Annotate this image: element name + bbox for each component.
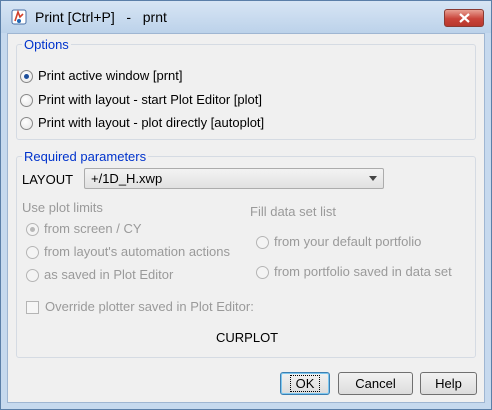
radio-button[interactable] — [256, 265, 269, 279]
required-parameters-legend: Required parameters — [22, 149, 149, 164]
radio-label: Print with layout - start Plot Editor [p… — [38, 92, 262, 107]
close-icon — [459, 13, 470, 23]
ok-button-label: OK — [289, 375, 321, 392]
help-button-label: Help — [435, 376, 462, 391]
dialog-body: Options Print active window [prnt] Print… — [7, 33, 485, 403]
plotter-value: CURPLOT — [216, 330, 279, 345]
title-bar[interactable]: Print [Ctrl+P] - prnt — [1, 1, 491, 33]
radio-button[interactable] — [26, 222, 39, 236]
radio-label: from portfolio saved in data set — [274, 264, 452, 279]
checkbox-label: Override plotter saved in Plot Editor: — [45, 299, 254, 314]
use-plot-limits-heading: Use plot limits — [22, 200, 103, 215]
radio-button[interactable] — [26, 245, 39, 259]
layout-label: LAYOUT — [22, 172, 74, 187]
fill-data-set-heading: Fill data set list — [250, 204, 336, 219]
radio-from-default-portfolio[interactable]: from your default portfolio — [256, 234, 421, 250]
radio-print-with-layout-plot[interactable]: Print with layout - start Plot Editor [p… — [20, 92, 262, 108]
radio-print-with-layout-autoplot[interactable]: Print with layout - plot directly [autop… — [20, 115, 264, 131]
chevron-down-icon[interactable] — [369, 176, 377, 181]
checkbox[interactable] — [26, 300, 39, 314]
radio-from-layout-automation[interactable]: from layout's automation actions — [26, 244, 230, 260]
help-button[interactable]: Help — [420, 372, 477, 395]
window-title: Print [Ctrl+P] - prnt — [35, 9, 167, 25]
layout-select-value: +/1D_H.xwp — [91, 171, 163, 186]
radio-label: from your default portfolio — [274, 234, 422, 249]
override-plotter-checkbox[interactable]: Override plotter saved in Plot Editor: — [26, 299, 254, 315]
cancel-button-label: Cancel — [355, 376, 396, 391]
radio-label: from layout's automation actions — [44, 244, 231, 259]
radio-print-active-window[interactable]: Print active window [prnt] — [20, 68, 183, 84]
radio-as-saved-in-plot-editor[interactable]: as saved in Plot Editor — [26, 267, 173, 283]
radio-button[interactable] — [26, 268, 39, 282]
options-legend: Options — [22, 37, 71, 52]
cancel-button[interactable]: Cancel — [338, 372, 413, 395]
ok-button[interactable]: OK — [280, 372, 330, 395]
radio-button[interactable] — [256, 235, 269, 249]
radio-button[interactable] — [20, 116, 33, 130]
print-dialog: Print [Ctrl+P] - prnt Options Print acti… — [0, 0, 492, 410]
radio-from-portfolio-in-data-set[interactable]: from portfolio saved in data set — [256, 264, 452, 280]
radio-label: Print active window [prnt] — [38, 68, 183, 83]
radio-label: Print with layout - plot directly [autop… — [38, 115, 265, 130]
app-icon — [11, 9, 27, 25]
radio-label: from screen / CY — [44, 221, 142, 236]
close-button[interactable] — [444, 9, 484, 27]
radio-from-screen-cy[interactable]: from screen / CY — [26, 221, 142, 237]
radio-label: as saved in Plot Editor — [44, 267, 174, 282]
radio-button[interactable] — [20, 93, 33, 107]
radio-button[interactable] — [20, 69, 33, 83]
layout-select[interactable]: +/1D_H.xwp — [84, 168, 384, 189]
